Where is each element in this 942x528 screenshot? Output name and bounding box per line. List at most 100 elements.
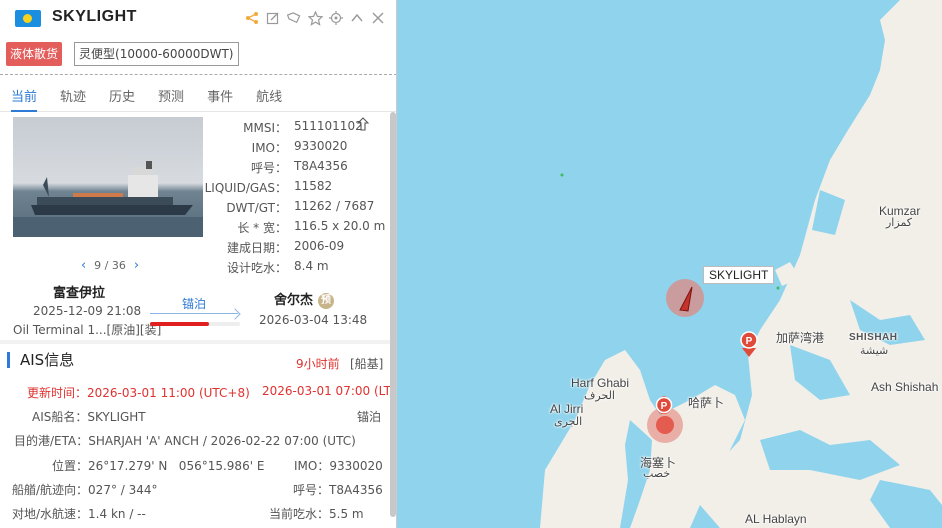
voyage-arrow-icon: [150, 313, 238, 314]
map-label-kumzar-ar: كمزار: [886, 216, 913, 229]
detail-row-design-draught: 设计吃水： 8.4 m: [200, 259, 396, 277]
map-label-al-jirri: Al Jirri: [550, 402, 584, 416]
tab-bar: 当前 轨迹 历史 预测 事件 航线: [0, 80, 396, 112]
tab-forecast[interactable]: 预测: [158, 80, 184, 112]
prev-photo-button[interactable]: ‹: [81, 258, 86, 273]
voyage-progress-bar: [150, 322, 240, 326]
tab-events[interactable]: 事件: [207, 80, 233, 112]
position-label: 位置：: [52, 459, 89, 473]
ais-source[interactable]: [船基]: [350, 355, 383, 372]
map-label-khasab: 哈萨卜: [688, 396, 725, 410]
svg-text:P: P: [661, 401, 668, 412]
ais-callsign-label: 呼号：: [293, 483, 330, 497]
destination-value: SHARJAH 'A' ANCH / 2026-02-22 07:00 (UTC…: [88, 434, 356, 448]
ship-name: SKYLIGHT: [52, 8, 137, 25]
tab-history[interactable]: 历史: [109, 80, 135, 112]
design-draught-label: 设计吃水：: [226, 261, 287, 275]
cargo-type-badge: 液体散货: [6, 42, 63, 66]
tab-current[interactable]: 当前: [11, 80, 38, 112]
map-label-khasab-ar: خصب: [643, 467, 671, 480]
dwt-gt-value: 11262 / 7687: [294, 199, 375, 213]
destination-port[interactable]: 舍尔杰预: [274, 289, 335, 309]
detail-row-dimensions: 长 * 宽： 116.5 x 20.0 m: [200, 219, 396, 237]
build-date-label: 建成日期：: [226, 241, 287, 255]
design-draught-value: 8.4 m: [294, 259, 329, 273]
edit-icon[interactable]: [265, 8, 281, 28]
speed-label: 对地/水航速：: [12, 507, 89, 521]
ais-destination-row: 目的港/ETA：SHARJAH 'A' ANCH / 2026-02-22 07…: [14, 432, 356, 449]
heading-label: 船艏/航迹向：: [12, 483, 89, 497]
ais-position-row: 位置：26°17.279' N 056°15.986' E: [52, 457, 264, 474]
imo-label: IMO：: [251, 141, 287, 155]
share-icon[interactable]: [244, 8, 260, 28]
mmsi-value: 511101102: [294, 119, 363, 133]
callsign-value: T8A4356: [294, 159, 348, 173]
divider: [0, 74, 396, 75]
panel-header: SKYLIGHT: [0, 0, 396, 38]
ship-halo: [666, 279, 704, 317]
map-label-port-1: 加萨湾港: [776, 331, 825, 345]
ais-speed-row: 对地/水航速：1.4 kn / --: [12, 505, 146, 522]
ais-imo-value: 9330020: [329, 459, 383, 473]
ais-callsign-value: T8A4356: [329, 483, 383, 497]
collapse-icon[interactable]: [349, 8, 365, 28]
detail-row-dwt-gt: DWT/GT： 11262 / 7687: [200, 199, 396, 217]
ais-age: 9小时前: [296, 357, 340, 371]
nav-status: 锚泊: [357, 410, 382, 424]
map-label-harf-ghabi: Harf Ghabi: [571, 376, 630, 390]
departure-port[interactable]: 富查伊拉: [53, 282, 105, 301]
next-photo-button[interactable]: ›: [134, 258, 139, 273]
section-divider: [0, 340, 396, 344]
ais-name-row: AIS船名：SKYLIGHT: [32, 408, 146, 425]
build-date-value: 2006-09: [294, 239, 345, 253]
ais-imo-row: IMO：9330020: [294, 457, 383, 474]
ship-info-panel: SKYLIGHT 液体散货 灵便型(10000-60000DWT) 当前 轨迹 …: [0, 0, 397, 528]
close-icon[interactable]: [370, 8, 386, 28]
tab-track[interactable]: 轨迹: [60, 80, 86, 112]
mmsi-label: MMSI：: [243, 121, 287, 135]
panel-scrollbar[interactable]: [390, 112, 396, 517]
departure-terminal[interactable]: Oil Terminal 1...[原油][装]: [13, 321, 161, 338]
liquid-gas-label: LIQUID/GAS：: [204, 181, 287, 195]
tag-icon[interactable]: [286, 8, 302, 28]
ais-name-label: AIS船名：: [32, 410, 88, 424]
svg-text:P: P: [746, 336, 753, 347]
up-arrow-icon[interactable]: [356, 117, 370, 134]
ais-draught-row: 当前吃水：5.5 m: [269, 505, 364, 522]
ais-callsign-row: 呼号：T8A4356: [293, 481, 383, 498]
ais-update-row: 更新时间：2026-03-01 11:00 (UTC+8): [27, 384, 250, 401]
liquid-gas-value: 11582: [294, 179, 333, 193]
destination-label: 目的港/ETA：: [14, 434, 89, 448]
detail-row-liquid-gas: LIQUID/GAS： 11582: [200, 179, 396, 197]
imo-value: 9330020: [294, 139, 348, 153]
tab-routes[interactable]: 航线: [256, 80, 282, 112]
speed-value: 1.4 kn / --: [88, 507, 146, 521]
detail-row-imo: IMO： 9330020: [200, 139, 396, 157]
dimensions-label: 长 * 宽：: [237, 221, 287, 235]
dimensions-value: 116.5 x 20.0 m: [294, 219, 386, 233]
palau-flag-icon: [15, 10, 41, 27]
destination-port-name: 舍尔杰: [274, 293, 314, 308]
update-local-time: 2026-03-01 07:00 (LT): [262, 384, 396, 398]
ais-name-value: SKYLIGHT: [87, 410, 146, 424]
departure-time: 2025-12-09 21:08: [33, 304, 142, 318]
map-label-harf-ar: الحرف: [584, 389, 615, 402]
star-icon[interactable]: [307, 8, 323, 28]
update-time-label: 更新时间：: [27, 386, 88, 400]
draught-label: 当前吃水：: [269, 507, 330, 521]
predicted-badge: 预: [318, 293, 335, 309]
update-time-value: 2026-03-01 11:00 (UTC+8): [87, 386, 250, 400]
map-label-shishah: SHISHAH: [849, 332, 898, 343]
photo-counter: 9 / 36: [94, 259, 126, 272]
map-label-hablayn: AL Hablayn: [745, 512, 807, 526]
target-icon[interactable]: [328, 8, 344, 28]
ship-photo[interactable]: [13, 117, 203, 237]
map-label-jirri-ar: الجرى: [554, 415, 583, 428]
heading-value: 027° / 344°: [88, 483, 158, 497]
position-value: 26°17.279' N 056°15.986' E: [88, 459, 265, 473]
ship-label[interactable]: SKYLIGHT: [703, 266, 775, 284]
destination-time: 2026-03-04 13:48: [259, 313, 368, 327]
size-class-badge: 灵便型(10000-60000DWT): [74, 42, 239, 66]
voyage-status: 锚泊: [182, 297, 207, 311]
map-label-ash-shishah: Ash Shishah: [871, 380, 939, 394]
